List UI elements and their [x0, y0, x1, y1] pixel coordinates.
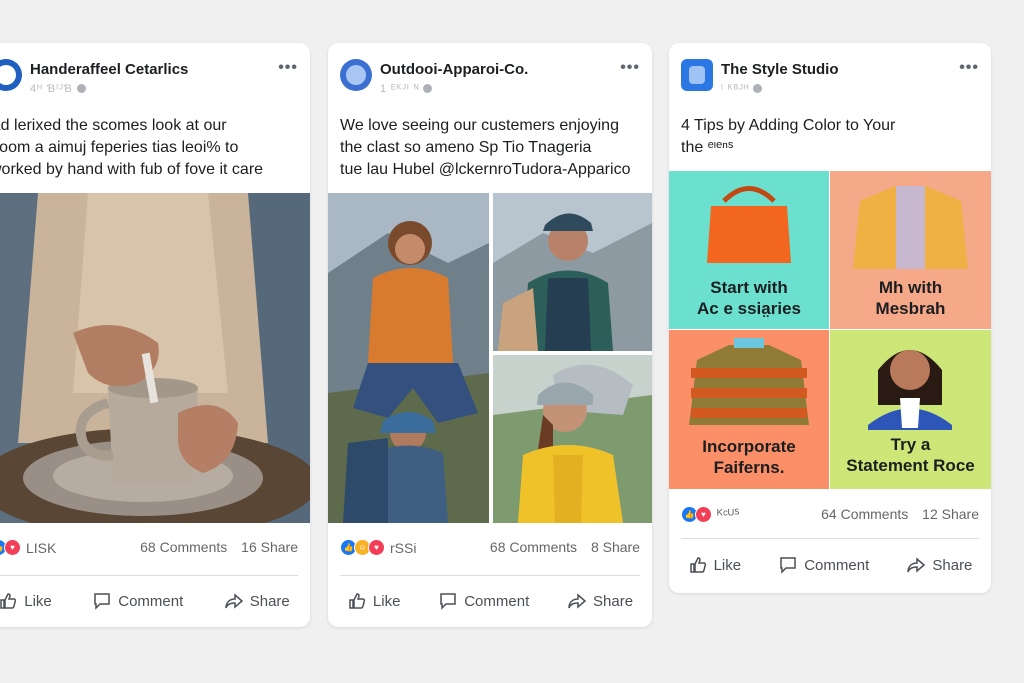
more-options-icon[interactable]: •••: [959, 59, 979, 77]
comments-count[interactable]: 68 Comments: [140, 539, 227, 555]
love-reaction-icon: ♥: [695, 506, 712, 523]
comment-icon: [440, 593, 456, 610]
reactions-summary[interactable]: 👍 ♥ LISK: [0, 539, 56, 556]
page-name[interactable]: Handeraffeel Cetarlics: [30, 61, 188, 78]
reactions-summary[interactable]: 👍 ☺ ♥ rSSi: [340, 539, 416, 556]
post-header: Outdooi-Apparoi-Co. 1 ᴱᴷᴶᴵ ᴺ •••: [340, 59, 640, 103]
comment-button[interactable]: Comment: [92, 591, 183, 611]
thumbs-up-icon: [689, 557, 706, 573]
page-avatar[interactable]: [340, 59, 372, 91]
post-card: Handeraffeel Cetarlics 4ᴴ ƁᴵᴶƁ ••• Ad le…: [0, 43, 310, 627]
post-text: Ad lerixed the scomes look at our ᵐoom a…: [0, 117, 264, 178]
comment-button[interactable]: Comment: [778, 555, 869, 575]
comment-icon: [94, 593, 110, 610]
post-card: The Style Studio ᴵ ᴷᴮᴶᴴ ••• 4 Tips by Ad…: [669, 43, 991, 593]
post-actions: Like Comment Share: [669, 553, 991, 577]
thumbs-up-icon: [0, 593, 17, 609]
post-timestamp[interactable]: 4ᴴ ƁᴵᴶƁ: [30, 83, 86, 95]
page-avatar[interactable]: [0, 59, 22, 91]
post-actions: Like Comment Share: [0, 589, 310, 613]
photo-hikers-left[interactable]: [328, 193, 489, 523]
photo-hiker-yellow[interactable]: [493, 355, 652, 523]
divider: [340, 575, 640, 576]
share-button[interactable]: Share: [906, 555, 972, 575]
globe-icon: [76, 84, 86, 93]
more-options-icon[interactable]: •••: [620, 59, 640, 77]
tile-caption: Try a Statement Roce: [846, 435, 975, 475]
share-icon: [224, 593, 243, 609]
globe-icon: [753, 84, 763, 93]
tip-tile-mix[interactable]: Mh with Mesbrah: [830, 171, 991, 329]
like-button[interactable]: Like: [347, 591, 400, 611]
comment-icon: [780, 557, 796, 574]
post-card: Outdooi-Apparoi-Co. 1 ᴱᴷᴶᴵ ᴺ ••• We love…: [328, 43, 652, 627]
share-icon: [907, 557, 926, 573]
post-stats: 👍 ♥ ᴷᶜᵁᔆ 64 Comments 12 Share: [681, 506, 979, 526]
tip-tile-statement[interactable]: Try a Statement Roce: [830, 330, 991, 489]
post-timestamp[interactable]: ᴵ ᴷᴮᴶᴴ: [721, 83, 763, 95]
post-stats: 👍 ☺ ♥ rSSi 68 Comments 8 Share: [340, 539, 640, 559]
shares-count[interactable]: 16 Share: [241, 539, 298, 555]
photo-hiker-cap[interactable]: [493, 193, 652, 351]
comment-button[interactable]: Comment: [438, 591, 529, 611]
love-reaction-icon: ♥: [4, 539, 21, 556]
reactions-summary[interactable]: 👍 ♥ ᴷᶜᵁᔆ: [681, 506, 740, 523]
comments-count[interactable]: 68 Comments: [490, 539, 577, 555]
shares-count[interactable]: 8 Share: [591, 539, 640, 555]
post-timestamp[interactable]: 1 ᴱᴷᴶᴵ ᴺ: [380, 83, 433, 95]
thumbs-up-icon: [349, 593, 365, 609]
shares-count[interactable]: 12 Share: [922, 506, 979, 522]
like-button[interactable]: Like: [688, 555, 741, 575]
share-icon: [568, 593, 587, 609]
tile-caption: Start with Ac e ssia̤ries: [697, 278, 801, 318]
like-button[interactable]: Like: [0, 591, 52, 611]
post-photo-pottery[interactable]: [0, 193, 310, 523]
love-reaction-icon: ♥: [368, 539, 385, 556]
page-avatar[interactable]: [681, 59, 713, 91]
post-actions: Like Comment Share: [328, 589, 652, 613]
page-name[interactable]: Outdooi-Apparoi-Co.: [380, 61, 528, 78]
tip-tile-accessories[interactable]: Start with Ac e ssia̤ries: [669, 171, 829, 329]
divider: [0, 575, 298, 576]
post-photo-grid: [328, 193, 652, 523]
divider: [681, 538, 979, 539]
post-stats: 👍 ♥ LISK 68 Comments 16 Share: [0, 539, 298, 559]
post-text: We love seeing our custemers enjoying th…: [340, 117, 631, 178]
post-header: Handeraffeel Cetarlics 4ᴴ ƁᴵᴶƁ •••: [0, 59, 298, 103]
comments-count[interactable]: 64 Comments: [821, 506, 908, 522]
tip-tile-patterns[interactable]: Incorporate Faiferns.: [669, 330, 829, 489]
globe-icon: [423, 84, 433, 93]
more-options-icon[interactable]: •••: [278, 59, 298, 77]
post-header: The Style Studio ᴵ ᴷᴮᴶᴴ •••: [681, 59, 979, 103]
share-button[interactable]: Share: [567, 591, 633, 611]
page-name[interactable]: The Style Studio: [721, 61, 839, 78]
tile-caption: Incorporate Faiferns.: [702, 437, 796, 477]
share-button[interactable]: Share: [224, 591, 290, 611]
post-text: 4 Tips by Adding Color to Your the ᵉᶦᵉⁿˢ: [681, 117, 896, 156]
tile-caption: Mh with Mesbrah: [875, 278, 946, 318]
